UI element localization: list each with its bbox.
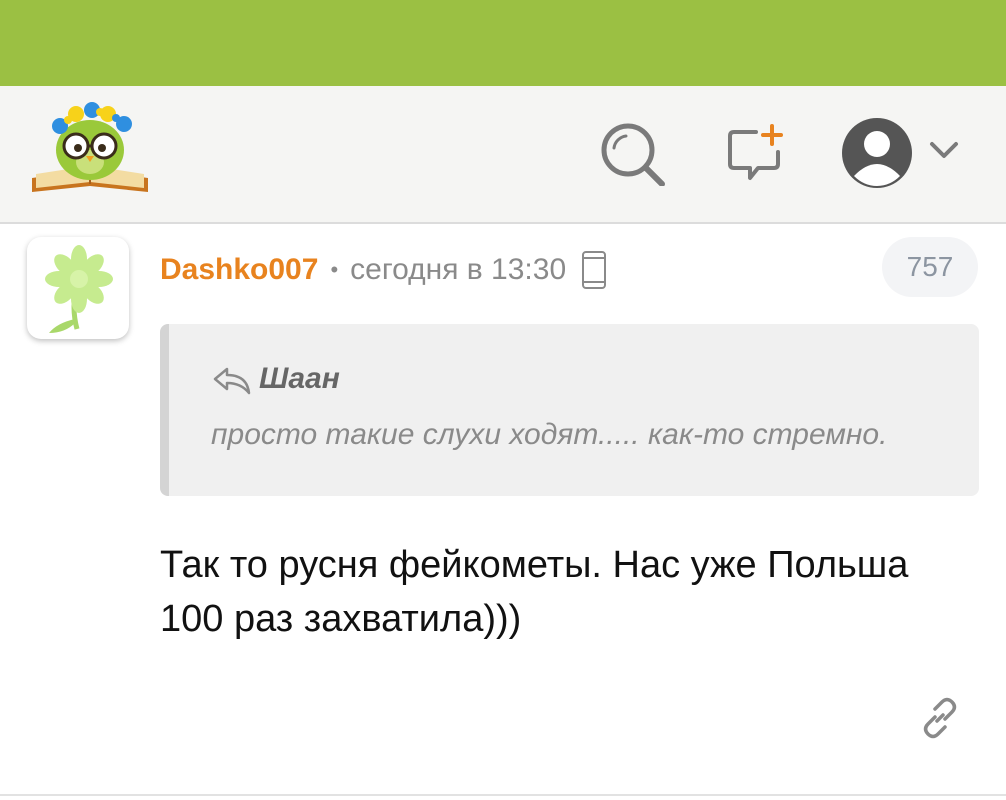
quote-text: просто такие слухи ходят..... как-то стр… (211, 418, 888, 451)
search-icon[interactable] (598, 122, 668, 186)
rating-badge[interactable]: 757 (882, 237, 978, 297)
comment-body: Так то русня фейкометы. Нас уже Польша 1… (160, 538, 990, 646)
comment-author[interactable]: Dashko007 (160, 253, 318, 287)
profile-avatar-icon[interactable] (840, 116, 914, 190)
comment-meta: Dashko007 • сегодня в 13:30 (160, 250, 608, 290)
phone-icon (582, 251, 607, 289)
meta-separator: • (330, 257, 339, 282)
user-avatar[interactable] (27, 237, 129, 339)
comment: Dashko007 • сегодня в 13:30 757 Шаан про… (0, 224, 1006, 800)
reply-icon (213, 367, 251, 395)
status-bar (0, 0, 1006, 86)
comment-time[interactable]: сегодня в 13:30 (350, 253, 566, 287)
chevron-down-icon[interactable] (926, 138, 962, 162)
comment-body-line-2: 100 раз захватила))) (160, 598, 522, 640)
quote-header: Шаан (211, 362, 340, 396)
owl-logo[interactable] (28, 100, 152, 200)
comment-divider (0, 794, 1006, 796)
comment-body-line-1: Так то русня фейкометы. Нас уже Польша (160, 544, 909, 586)
quoted-comment[interactable]: Шаан просто такие слухи ходят..... как-т… (160, 324, 979, 496)
quote-author[interactable]: Шаан (259, 362, 340, 396)
flower-avatar-icon (45, 245, 113, 333)
new-post-icon[interactable] (722, 122, 790, 186)
link-icon[interactable] (918, 696, 962, 740)
app-header (0, 86, 1006, 224)
